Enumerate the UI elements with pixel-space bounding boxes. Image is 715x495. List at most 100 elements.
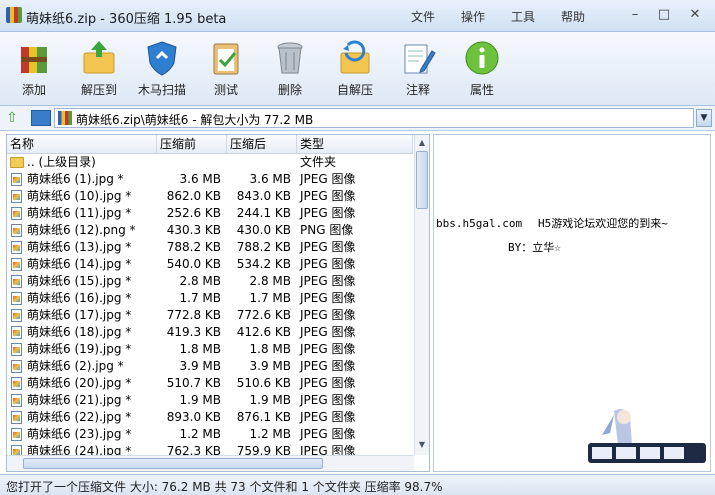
file-size-after: 3.9 MB [249, 359, 291, 373]
file-name: 萌妹纸6 (16).jpg * [27, 291, 132, 305]
file-row[interactable]: 萌妹纸6 (1).jpg * 3.6 MB 3.6 MB JPEG 图像 [7, 171, 413, 188]
scroll-up-icon[interactable]: ▲ [417, 137, 427, 149]
file-row[interactable]: 萌妹纸6 (11).jpg * 252.6 KB 244.1 KB JPEG 图像 [7, 205, 413, 222]
file-type: JPEG 图像 [300, 393, 356, 407]
scroll-down-icon[interactable]: ▼ [417, 439, 427, 451]
image-file-icon [11, 309, 22, 322]
file-name: 萌妹纸6 (10).jpg * [27, 189, 132, 203]
path-field[interactable]: 萌妹纸6.zip\萌妹纸6 - 解包大小为 77.2 MB [54, 108, 694, 128]
file-row[interactable]: 萌妹纸6 (19).jpg * 1.8 MB 1.8 MB JPEG 图像 [7, 341, 413, 358]
file-size-after: 412.6 KB [236, 325, 291, 339]
file-size-before: 510.7 KB [166, 376, 221, 390]
title-bar: 萌妹纸6.zip - 360压缩 1.95 beta 文件 操作 工具 帮助 –… [0, 0, 715, 32]
minimize-icon[interactable]: – [626, 6, 644, 24]
file-row[interactable]: 萌妹纸6 (21).jpg * 1.9 MB 1.9 MB JPEG 图像 [7, 392, 413, 409]
status-text: 您打开了一个压缩文件 大小: 76.2 MB 共 73 个文件和 1 个文件夹 … [6, 480, 443, 494]
up-arrow-icon[interactable]: ⇧ [4, 110, 20, 126]
path-text: 萌妹纸6.zip\萌妹纸6 - 解包大小为 77.2 MB [76, 113, 314, 127]
file-name: 萌妹纸6 (1).jpg * [27, 172, 124, 186]
file-size-before: 893.0 KB [166, 410, 221, 424]
file-type: JPEG 图像 [300, 427, 356, 441]
file-row[interactable]: 萌妹纸6 (14).jpg * 540.0 KB 534.2 KB JPEG 图像 [7, 256, 413, 273]
file-row[interactable]: 萌妹纸6 (2).jpg * 3.9 MB 3.9 MB JPEG 图像 [7, 358, 413, 375]
file-row[interactable]: 萌妹纸6 (17).jpg * 772.8 KB 772.6 KB JPEG 图像 [7, 307, 413, 324]
trojan-scan-label: 木马扫描 [137, 83, 186, 97]
col-name-header[interactable]: 名称 [7, 135, 157, 153]
file-size-after: 772.6 KB [236, 308, 291, 322]
menu-help[interactable]: 帮助 [561, 8, 585, 25]
comment-welcome: H5游戏论坛欢迎您的到来~ [538, 217, 668, 230]
image-file-icon [11, 428, 22, 441]
col-type-header[interactable]: 类型 [297, 135, 413, 153]
zip-icon [58, 111, 72, 125]
delete-bin-icon [271, 39, 309, 77]
file-row[interactable]: 萌妹纸6 (18).jpg * 419.3 KB 412.6 KB JPEG 图像 [7, 324, 413, 341]
menu-file[interactable]: 文件 [411, 8, 435, 25]
file-row[interactable]: 萌妹纸6 (22).jpg * 893.0 KB 876.1 KB JPEG 图像 [7, 409, 413, 426]
vertical-scrollbar[interactable]: ▲ ▼ [414, 135, 429, 455]
file-size-after: 788.2 KB [236, 240, 291, 254]
menu-tools[interactable]: 工具 [511, 8, 535, 25]
file-type: JPEG 图像 [300, 257, 356, 271]
path-dropdown-button[interactable]: ▼ [696, 109, 712, 127]
image-file-icon [11, 411, 22, 424]
col-before-header[interactable]: 压缩前 [157, 135, 227, 153]
file-name: 萌妹纸6 (15).jpg * [27, 274, 132, 288]
delete-button[interactable]: 删除 [260, 36, 320, 102]
image-file-icon [11, 224, 22, 237]
add-label: 添加 [21, 83, 46, 97]
close-icon[interactable]: ✕ [686, 6, 704, 24]
image-file-icon [11, 394, 22, 407]
parent-dir-row[interactable]: .. (上级目录) 文件夹 [7, 154, 413, 171]
maximize-icon[interactable]: □ [655, 6, 673, 24]
vertical-scroll-thumb[interactable] [416, 151, 428, 209]
delete-label: 删除 [277, 83, 302, 97]
extract-to-button[interactable]: 解压到 [69, 36, 129, 102]
trojan-scan-shield-icon [143, 39, 181, 77]
col-after-header[interactable]: 压缩后 [227, 135, 297, 153]
file-row[interactable]: 萌妹纸6 (16).jpg * 1.7 MB 1.7 MB JPEG 图像 [7, 290, 413, 307]
horizontal-scrollbar[interactable] [7, 455, 414, 471]
file-size-before: 3.6 MB [179, 172, 221, 186]
image-file-icon [11, 292, 22, 305]
file-row[interactable]: 萌妹纸6 (10).jpg * 862.0 KB 843.0 KB JPEG 图像 [7, 188, 413, 205]
file-size-after: 1.2 MB [249, 427, 291, 441]
self-extract-button[interactable]: 自解压 [325, 36, 385, 102]
file-size-after: 430.0 KB [236, 223, 291, 237]
image-file-icon [11, 207, 22, 220]
test-button[interactable]: 测试 [196, 36, 256, 102]
file-type: PNG 图像 [300, 223, 354, 237]
file-row[interactable]: 萌妹纸6 (20).jpg * 510.7 KB 510.6 KB JPEG 图像 [7, 375, 413, 392]
extract-to-label: 解压到 [80, 83, 117, 97]
file-type: JPEG 图像 [300, 189, 356, 203]
image-file-icon [11, 258, 22, 271]
file-size-before: 252.6 KB [166, 206, 221, 220]
file-name: 萌妹纸6 (23).jpg * [27, 427, 132, 441]
view-toggle-icon[interactable] [31, 110, 51, 126]
properties-button[interactable]: 属性 [452, 36, 512, 102]
comment-preview-pane: bbs.h5gal.com H5游戏论坛欢迎您的到来~ BY：立华☆ [433, 134, 711, 472]
app-zip-icon [6, 7, 22, 23]
file-name: 萌妹纸6 (19).jpg * [27, 342, 132, 356]
add-button[interactable]: 添加 [4, 36, 64, 102]
file-name: 萌妹纸6 (12).png * [27, 223, 136, 237]
file-size-before: 788.2 KB [166, 240, 221, 254]
file-name: 萌妹纸6 (22).jpg * [27, 410, 132, 424]
file-type: JPEG 图像 [300, 325, 356, 339]
file-row[interactable]: 萌妹纸6 (12).png * 430.3 KB 430.0 KB PNG 图像 [7, 222, 413, 239]
file-row[interactable]: 萌妹纸6 (13).jpg * 788.2 KB 788.2 KB JPEG 图像 [7, 239, 413, 256]
file-size-after: 534.2 KB [236, 257, 291, 271]
horizontal-scroll-thumb[interactable] [23, 458, 323, 469]
image-file-icon [11, 326, 22, 339]
file-row[interactable]: 萌妹纸6 (15).jpg * 2.8 MB 2.8 MB JPEG 图像 [7, 273, 413, 290]
file-name: 萌妹纸6 (11).jpg * [27, 206, 132, 220]
file-name: 萌妹纸6 (18).jpg * [27, 325, 132, 339]
info-icon [463, 39, 501, 77]
trojan-scan-button[interactable]: 木马扫描 [132, 36, 192, 102]
file-row[interactable]: 萌妹纸6 (23).jpg * 1.2 MB 1.2 MB JPEG 图像 [7, 426, 413, 443]
comment-button[interactable]: 注释 [388, 36, 448, 102]
extract-to-icon [80, 39, 118, 77]
menu-operate[interactable]: 操作 [461, 8, 485, 25]
file-list: 名称 压缩前 压缩后 类型 .. (上级目录) 文件夹 萌妹纸6 (1).jpg… [6, 134, 430, 472]
comment-pencil-icon [399, 39, 437, 77]
